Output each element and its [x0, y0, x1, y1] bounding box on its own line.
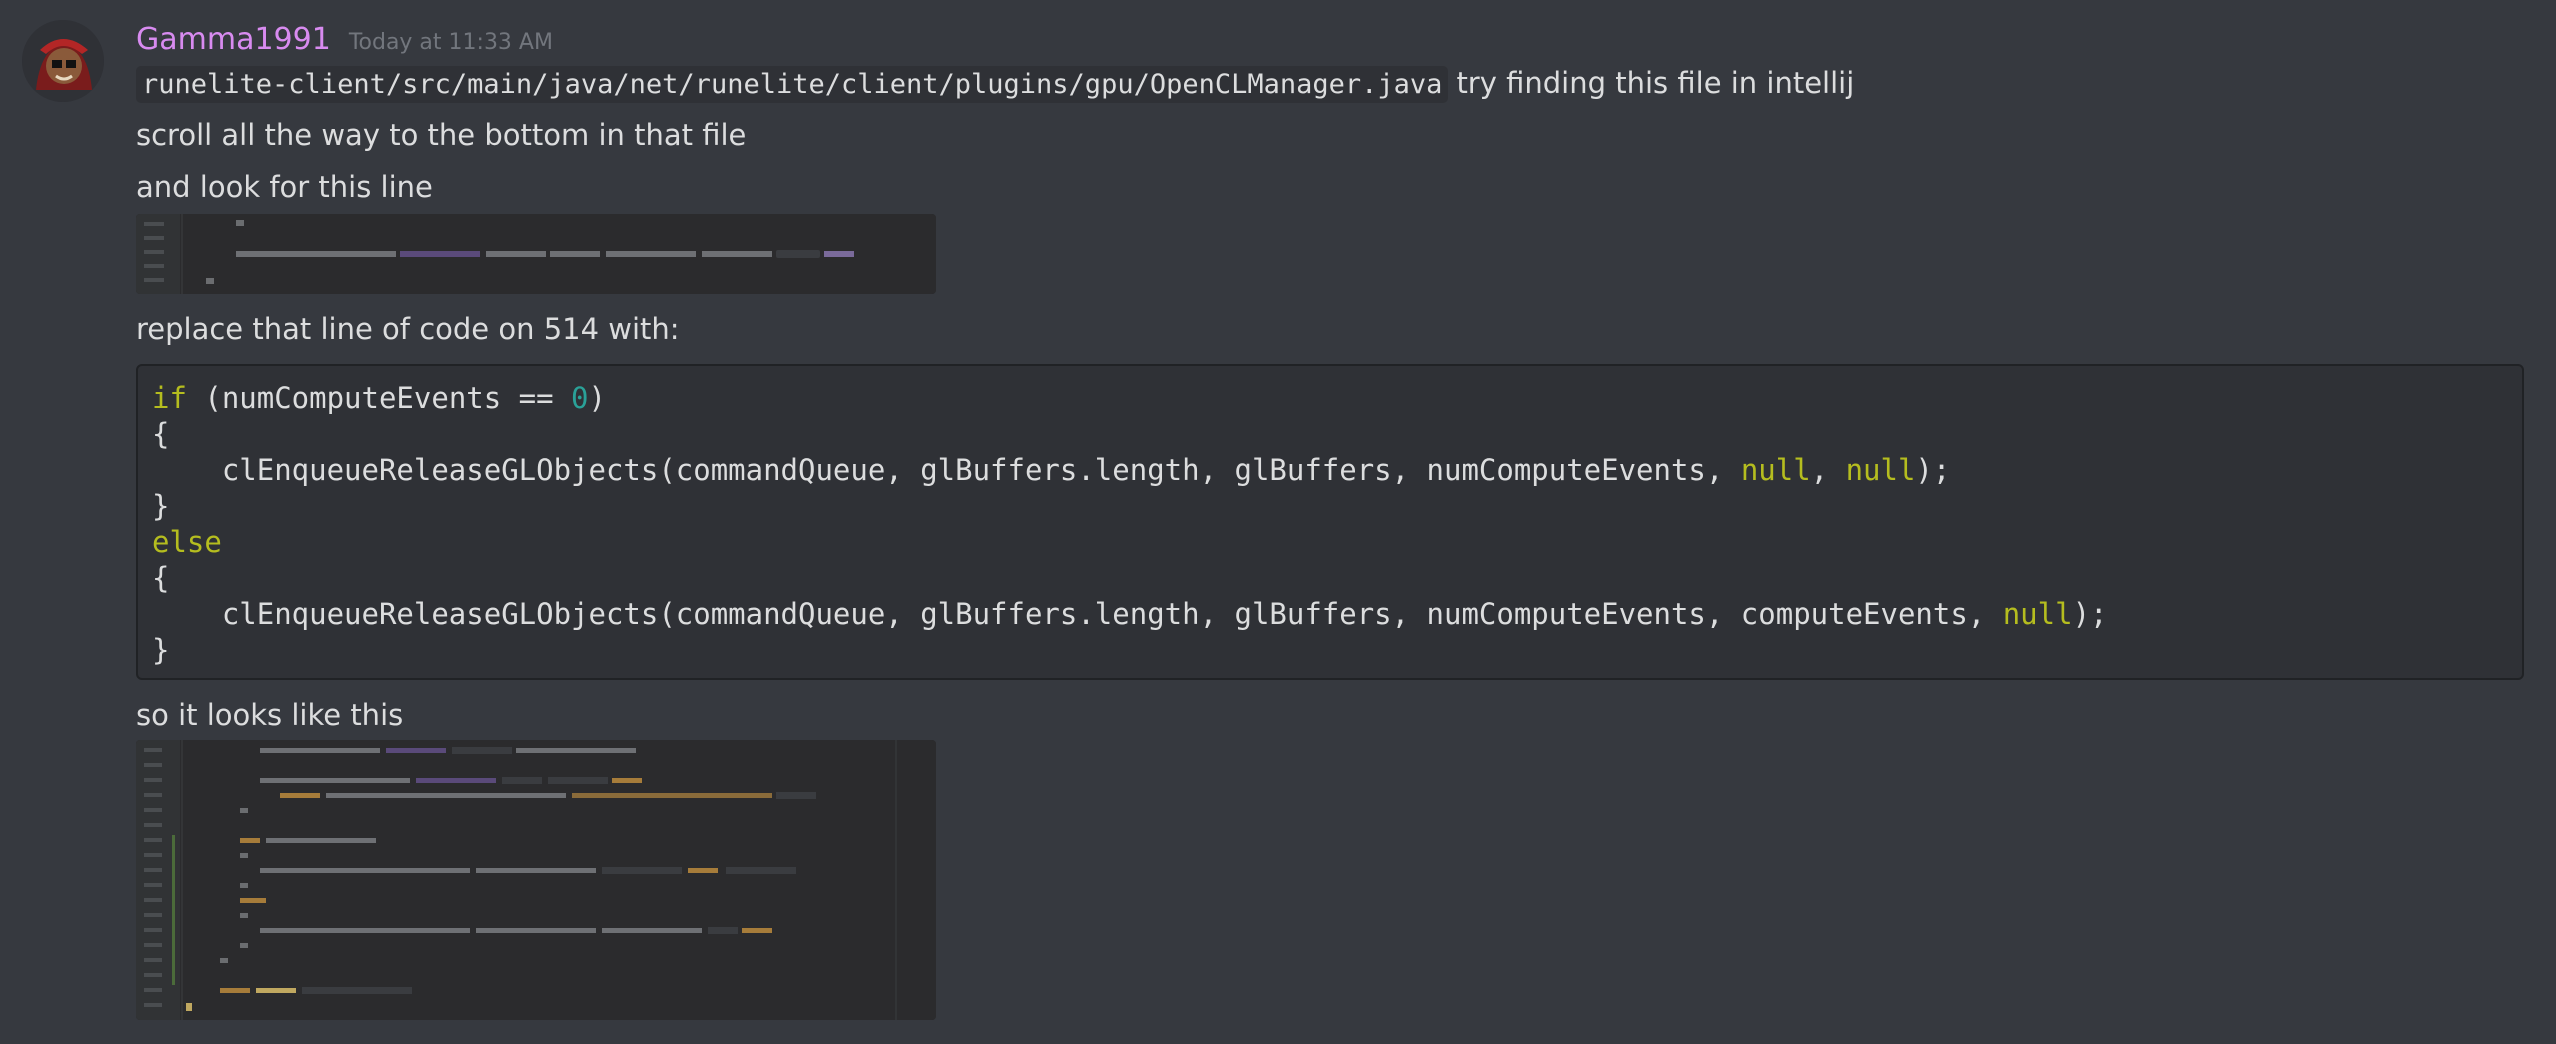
code-brace: { [152, 417, 170, 451]
code-text: clEnqueueReleaseGLObjects(commandQueue, … [152, 597, 2003, 631]
code-number: 0 [571, 381, 589, 415]
code-text: ); [1915, 453, 1951, 487]
code-brace: } [152, 489, 170, 523]
code-brace: { [152, 561, 170, 595]
code-keyword-null: null [1845, 453, 1916, 487]
message-line-look: and look for this line [136, 170, 433, 204]
code-keyword-else: else [152, 525, 222, 559]
message-line-result: so it looks like this [136, 698, 404, 732]
code-text: (numComputeEvents == [186, 381, 572, 415]
code-screenshot-image-1[interactable] [136, 214, 936, 294]
user-avatar[interactable] [22, 20, 104, 102]
username[interactable]: Gamma1991 [136, 22, 331, 57]
message-header: Gamma1991 Today at 11:33 AM [136, 22, 553, 62]
code-text: ) [588, 381, 606, 415]
message-line-scroll: scroll all the way to the bottom in that… [136, 118, 747, 152]
inline-code-path: runelite-client/src/main/java/net/runeli… [136, 66, 1449, 103]
code-text: ); [2072, 597, 2108, 631]
message-line-path: runelite-client/src/main/java/net/runeli… [136, 66, 1855, 103]
code-text: , [1810, 453, 1846, 487]
message-line-replace: replace that line of code on 514 with: [136, 312, 680, 346]
code-keyword-if: if [152, 381, 187, 415]
code-screenshot-image-2[interactable] [136, 740, 936, 1020]
code-brace: } [152, 633, 170, 667]
code-keyword-null: null [1740, 453, 1811, 487]
code-text: clEnqueueReleaseGLObjects(commandQueue, … [152, 453, 1741, 487]
path-suffix-text: try finding this file in intellij [1456, 66, 1855, 100]
code-block: if (numComputeEvents == 0) { clEnqueueRe… [136, 364, 2524, 680]
code-keyword-null: null [2002, 597, 2073, 631]
timestamp[interactable]: Today at 11:33 AM [349, 30, 553, 55]
